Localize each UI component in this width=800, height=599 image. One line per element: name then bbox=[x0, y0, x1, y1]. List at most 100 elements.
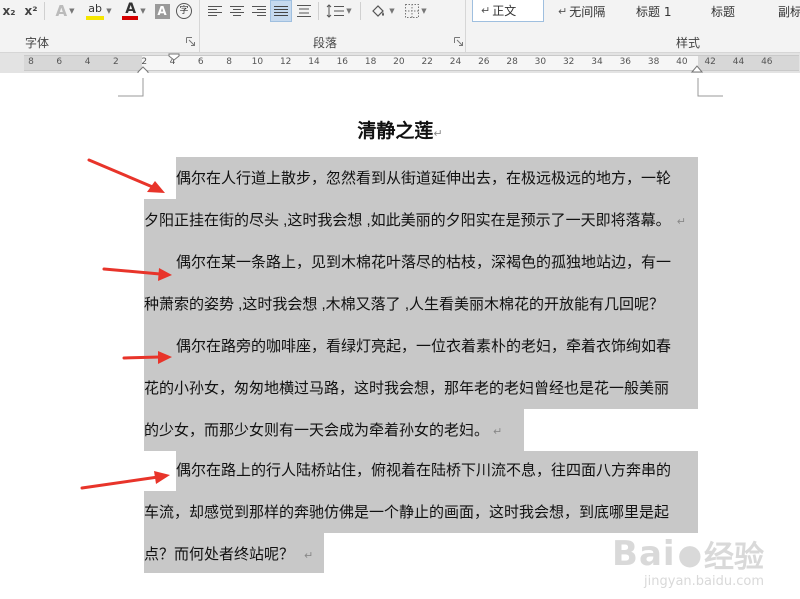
ruler-number: 16 bbox=[336, 57, 349, 67]
style-label: 无间隔 bbox=[569, 4, 606, 19]
group-divider bbox=[465, 0, 466, 52]
superscript-button[interactable]: x² bbox=[20, 0, 42, 22]
align-center-icon bbox=[230, 6, 244, 16]
style-heading-1[interactable]: 标题 1 bbox=[630, 0, 702, 22]
text-line[interactable]: 偶尔在路旁的咖啡座，看绿灯亮起，一位衣着素朴的老妇，牵着衣饰绚如春 bbox=[176, 335, 671, 359]
styles-group-label: 样式 bbox=[676, 36, 701, 50]
style-label: 标题 bbox=[711, 4, 736, 19]
ruler-number: 34 bbox=[591, 57, 603, 67]
align-left-button[interactable] bbox=[205, 0, 225, 22]
line-spacing-button[interactable]: ▼ bbox=[322, 0, 356, 22]
paragraph-mark: ↵ bbox=[493, 425, 503, 438]
ruler-number: 26 bbox=[478, 57, 490, 67]
line-spacing-icon bbox=[326, 4, 345, 18]
text-line[interactable]: 的少女，而那少女则有一天会成为牵着孙女的老妇。 ↵ bbox=[144, 419, 502, 443]
ruler-number: 28 bbox=[506, 57, 518, 67]
paragraph-mark: ↵ bbox=[433, 127, 443, 140]
ribbon: x₂ x² A ▼ ab ▼ A ▼ A 字 ▼ ▼ ▼ ↵ 正文 ↵ 无间隔 … bbox=[0, 0, 800, 53]
document-title-text: 清静之莲 bbox=[357, 120, 434, 142]
ruler-number: 12 bbox=[279, 57, 292, 67]
chevron-down-icon: ▼ bbox=[346, 7, 352, 15]
red-arrow-icon bbox=[80, 471, 170, 490]
ruler-number: 22 bbox=[421, 57, 433, 67]
align-center-button[interactable] bbox=[227, 0, 247, 22]
paragraph-mark-icon: ↵ bbox=[481, 4, 491, 17]
character-shading-icon: A bbox=[154, 3, 170, 19]
ruler-number: 44 bbox=[732, 57, 745, 67]
text-line[interactable]: 偶尔在人行道上散步，忽然看到从街道延伸出去，在极远极远的地方，一轮 bbox=[176, 167, 671, 191]
baidu-watermark: Bai ● 经验 jingyan.baidu.com bbox=[612, 532, 764, 589]
style-subtitle[interactable]: 副标 bbox=[772, 0, 800, 22]
ruler-number: 18 bbox=[364, 57, 377, 67]
ruler-number: 20 bbox=[393, 57, 405, 67]
character-shading-button[interactable]: A bbox=[152, 0, 172, 22]
dialog-launcher-icon[interactable] bbox=[454, 37, 463, 46]
ruler-number: 46 bbox=[761, 57, 773, 67]
text-line[interactable]: 种萧索的姿势 ,这时我会想 ,木棉又落了 ,人生看美丽木棉花的开放能有几回呢？ bbox=[144, 293, 664, 317]
ruler-number: 4 bbox=[84, 57, 91, 67]
font-color-button[interactable]: A ▼ bbox=[118, 0, 150, 22]
ruler-number: 24 bbox=[449, 57, 462, 67]
group-divider bbox=[199, 0, 200, 52]
first-line-indent-marker[interactable] bbox=[168, 53, 180, 61]
align-left-icon bbox=[208, 6, 222, 16]
align-right-icon bbox=[252, 6, 266, 16]
ruler-number: 14 bbox=[308, 57, 320, 67]
ruler-number: 6 bbox=[197, 57, 204, 67]
watermark-brand: Bai bbox=[612, 534, 676, 574]
chevron-down-icon: ▼ bbox=[421, 7, 427, 15]
red-arrow-icon bbox=[122, 351, 172, 364]
ribbon-separator bbox=[360, 2, 361, 20]
style-title[interactable]: 标题 bbox=[705, 0, 771, 22]
style-no-spacing[interactable]: ↵ 无间隔 bbox=[552, 0, 628, 22]
shading-button[interactable]: ▼ bbox=[364, 0, 400, 22]
ribbon-separator bbox=[318, 2, 319, 20]
text-effects-icon: A bbox=[55, 2, 68, 20]
ruler-left-margin bbox=[24, 56, 142, 70]
ruler-number: 40 bbox=[676, 57, 688, 67]
text-line[interactable]: 夕阳正挂在街的尽头 ,这时我会想 ,如此美丽的夕阳实在是预示了一天即将落幕。 ↵ bbox=[144, 209, 686, 233]
justify-icon bbox=[274, 6, 288, 16]
document-title[interactable]: 清静之莲↵ bbox=[0, 116, 800, 143]
red-arrow-icon bbox=[87, 158, 165, 193]
text-line[interactable]: 偶尔在某一条路上，见到木棉花叶落尽的枯枝，深褐色的孤独地站边，有一 bbox=[176, 251, 671, 275]
text-line[interactable]: 车流，却感觉到那样的奔驰仿佛是一个静止的画面，这时我会想，到底哪里是起 bbox=[144, 501, 669, 525]
ruler-number: 30 bbox=[534, 57, 547, 67]
paint-bucket-icon bbox=[372, 5, 385, 17]
ribbon-separator bbox=[44, 2, 45, 20]
chevron-down-icon: ▼ bbox=[69, 7, 75, 15]
text-line[interactable]: 偶尔在路上的行人陆桥站住，俯视着在陆桥下川流不息，往四面八方奔串的 bbox=[176, 459, 671, 483]
subscript-button[interactable]: x₂ bbox=[0, 0, 18, 22]
text-line[interactable]: 花的小孙女，匆匆地横过马路，这时我会想，那年老的老妇曾经也是花一般美丽 bbox=[144, 377, 669, 401]
highlighter-icon: ab bbox=[86, 2, 105, 20]
ruler-number: 42 bbox=[704, 57, 716, 67]
dialog-launcher-icon[interactable] bbox=[186, 37, 195, 46]
borders-icon bbox=[405, 4, 420, 18]
font-color-icon: A bbox=[122, 1, 139, 20]
justify-button[interactable] bbox=[270, 0, 292, 22]
enclose-character-button[interactable]: 字 bbox=[174, 0, 194, 22]
text-line[interactable]: 点？而何处者终站呢？ ↵ bbox=[144, 543, 313, 567]
chevron-down-icon: ▼ bbox=[140, 7, 146, 15]
style-label: 标题 1 bbox=[636, 4, 672, 19]
distributed-icon bbox=[297, 5, 311, 17]
ruler-number: 36 bbox=[619, 57, 632, 67]
align-right-button[interactable] bbox=[249, 0, 269, 22]
ruler-number: 38 bbox=[647, 57, 660, 67]
distributed-button[interactable] bbox=[294, 0, 314, 22]
margin-corner-mark bbox=[697, 78, 723, 97]
text-effects-button[interactable]: A ▼ bbox=[50, 0, 80, 22]
ruler-number: 10 bbox=[251, 57, 264, 67]
font-group-label: 字体 bbox=[25, 36, 50, 50]
borders-button[interactable]: ▼ bbox=[400, 0, 432, 22]
ruler-number: 8 bbox=[226, 57, 232, 67]
paragraph-group-label: 段落 bbox=[313, 36, 338, 50]
enclose-character-icon: 字 bbox=[176, 3, 192, 19]
paragraph-mark: ↵ bbox=[304, 549, 314, 562]
ruler-number: 2 bbox=[113, 57, 119, 67]
red-arrow-icon bbox=[102, 267, 172, 281]
chevron-down-icon: ▼ bbox=[389, 7, 395, 15]
style-normal[interactable]: ↵ 正文 bbox=[472, 0, 544, 22]
ruler-number: 32 bbox=[562, 57, 575, 67]
highlight-color-button[interactable]: ab ▼ bbox=[82, 0, 116, 22]
